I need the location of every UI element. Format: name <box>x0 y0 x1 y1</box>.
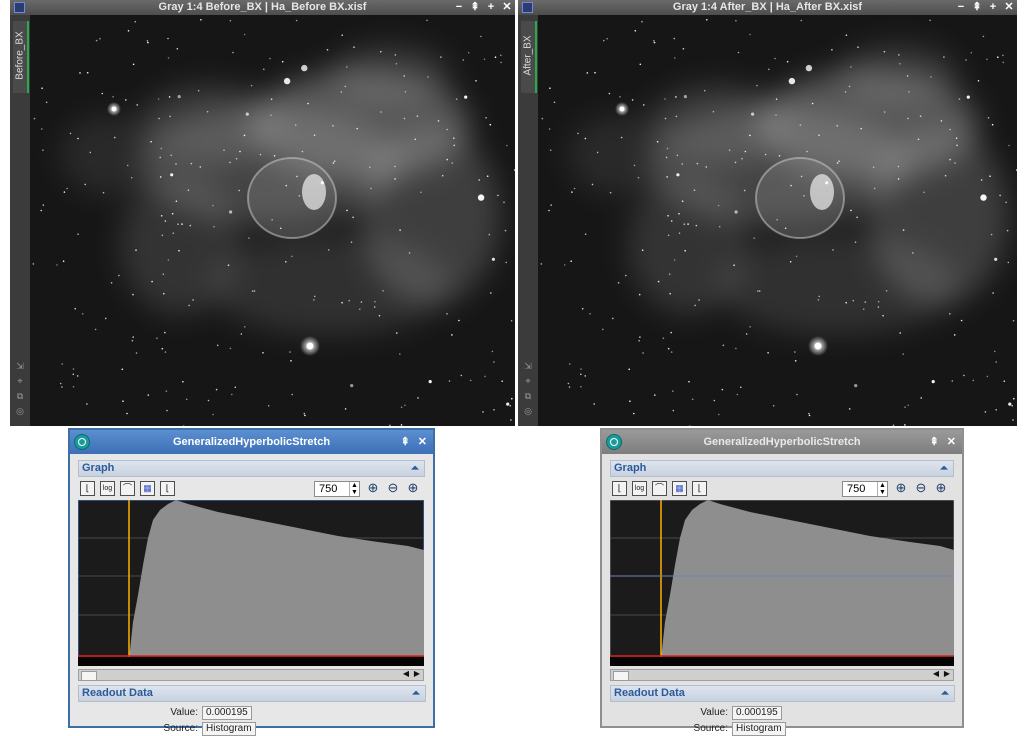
graph-section-header[interactable]: Graph ⏶ <box>78 460 425 477</box>
scroll-left-icon[interactable]: ◀ <box>933 669 939 678</box>
zoom-in-icon[interactable]: ⊕ <box>365 480 381 496</box>
histogram-graph[interactable] <box>610 500 954 666</box>
shade-icon[interactable]: ⇞ <box>930 430 939 454</box>
view-id-tab[interactable]: After_BX <box>521 21 537 93</box>
readout-source-select[interactable]: Histogram <box>732 722 786 736</box>
image-window-before[interactable]: Gray 1:4 Before_BX | Ha_Before BX.xisf −… <box>10 0 515 426</box>
ghs-process-icon <box>606 434 622 450</box>
grid-icon[interactable]: ▦ <box>672 481 687 496</box>
readout-source-row: Source: Histogram <box>132 722 256 736</box>
dialog-title: GeneralizedHyperbolicStretch <box>172 436 331 448</box>
astro-image-before[interactable] <box>30 15 515 426</box>
ghs-process-icon <box>74 434 90 450</box>
window-title: Gray 1:4 After_BX | Ha_After BX.xisf <box>672 1 863 13</box>
target-icon[interactable]: ◎ <box>523 406 533 416</box>
collapse-icon[interactable]: ⏶ <box>412 686 420 701</box>
close-icon[interactable]: ✕ <box>418 430 427 454</box>
log-scale-icon[interactable]: log <box>100 481 115 496</box>
window-titlebar[interactable]: Gray 1:4 Before_BX | Ha_Before BX.xisf −… <box>10 0 515 15</box>
crosshair-icon[interactable]: ⌖ <box>523 376 533 386</box>
scroll-right-icon[interactable]: ▶ <box>414 669 420 678</box>
clone-view-icon[interactable]: ⧉ <box>15 391 25 401</box>
zoom-spinner[interactable]: ▲ ▼ <box>877 482 887 496</box>
grid-icon[interactable]: ▦ <box>140 481 155 496</box>
readout-value-row: Value: 0.000195 <box>662 706 782 720</box>
graph-section-header[interactable]: Graph ⏶ <box>610 460 954 477</box>
shade-icon[interactable]: ⇞ <box>972 0 982 15</box>
linear-scale-icon[interactable]: ⌊ <box>612 481 627 496</box>
target-icon[interactable]: ◎ <box>15 406 25 416</box>
dialog-titlebar[interactable]: GeneralizedHyperbolicStretch ⇞ ✕ <box>70 430 433 454</box>
close-icon[interactable]: ✕ <box>1004 0 1014 15</box>
readout-value-field: 0.000195 <box>202 706 252 720</box>
dialog-title: GeneralizedHyperbolicStretch <box>703 436 861 448</box>
histogram-icon[interactable]: ⌊ <box>692 481 707 496</box>
close-icon[interactable]: ✕ <box>947 430 956 454</box>
zoom-fit-icon[interactable]: ⇲ <box>523 361 533 371</box>
view-sidebar: After_BX ⇲ ⌖ ⧉ ◎ <box>518 15 538 426</box>
scroll-right-icon[interactable]: ▶ <box>944 669 950 678</box>
zoom-out-icon[interactable]: ⊖ <box>913 480 929 496</box>
ghs-dialog-right[interactable]: GeneralizedHyperbolicStretch ⇞ ✕ Graph ⏶… <box>600 428 964 736</box>
dialog-titlebar[interactable]: GeneralizedHyperbolicStretch ⇞ ✕ <box>602 430 962 454</box>
readout-value-row: Value: 0.000195 <box>132 706 252 720</box>
maximize-icon[interactable]: + <box>988 0 998 15</box>
readout-value-field: 0.000195 <box>732 706 782 720</box>
crosshair-icon[interactable]: ⌖ <box>15 376 25 386</box>
astro-image-after[interactable] <box>538 15 1017 426</box>
window-titlebar[interactable]: Gray 1:4 After_BX | Ha_After BX.xisf − ⇞… <box>518 0 1017 15</box>
minimize-icon[interactable]: − <box>454 0 464 15</box>
zoom-in-icon[interactable]: ⊕ <box>893 480 909 496</box>
histogram-graph[interactable] <box>78 500 424 666</box>
readout-source-select[interactable]: Histogram <box>202 722 256 736</box>
shade-icon[interactable]: ⇞ <box>401 430 410 454</box>
zoom-fit-icon[interactable]: ⇲ <box>15 361 25 371</box>
close-icon[interactable]: ✕ <box>502 0 512 15</box>
window-menu-icon[interactable] <box>14 2 25 13</box>
graph-toolbar: ⌊ log ⌒ ▦ ⌊ 750 ▲ ▼ ⊕ ⊖ ⊕ <box>610 480 954 500</box>
readout-section-header[interactable]: Readout Data ⏶ <box>78 685 426 702</box>
window-menu-icon[interactable] <box>522 2 533 13</box>
clone-view-icon[interactable]: ⧉ <box>523 391 533 401</box>
linear-scale-icon[interactable]: ⌊ <box>80 481 95 496</box>
collapse-icon[interactable]: ⏶ <box>941 686 949 701</box>
graph-horizontal-scrollbar[interactable]: ◀ ▶ <box>610 669 954 681</box>
graph-horizontal-scrollbar[interactable]: ◀ ▶ <box>78 669 424 681</box>
histogram-icon[interactable]: ⌊ <box>160 481 175 496</box>
zoom-out-icon[interactable]: ⊖ <box>385 480 401 496</box>
collapse-icon[interactable]: ⏶ <box>940 461 948 476</box>
scroll-left-icon[interactable]: ◀ <box>403 669 409 678</box>
curve-icon[interactable]: ⌒ <box>120 481 135 496</box>
scrollbar-thumb[interactable] <box>613 671 629 681</box>
log-scale-icon[interactable]: log <box>632 481 647 496</box>
view-id-tab[interactable]: Before_BX <box>13 21 29 93</box>
zoom-level-input[interactable]: 750 ▲ ▼ <box>842 481 888 497</box>
image-window-after[interactable]: Gray 1:4 After_BX | Ha_After BX.xisf − ⇞… <box>518 0 1017 426</box>
zoom-reset-icon[interactable]: ⊕ <box>405 480 421 496</box>
maximize-icon[interactable]: + <box>486 0 496 15</box>
shade-icon[interactable]: ⇞ <box>470 0 480 15</box>
zoom-level-input[interactable]: 750 ▲ ▼ <box>314 481 360 497</box>
minimize-icon[interactable]: − <box>956 0 966 15</box>
readout-source-row: Source: Histogram <box>662 722 786 736</box>
readout-section-header[interactable]: Readout Data ⏶ <box>610 685 955 702</box>
view-sidebar: Before_BX ⇲ ⌖ ⧉ ◎ <box>10 15 30 426</box>
graph-toolbar: ⌊ log ⌒ ▦ ⌊ 750 ▲ ▼ ⊕ ⊖ ⊕ <box>78 480 425 500</box>
collapse-icon[interactable]: ⏶ <box>411 461 419 476</box>
curve-icon[interactable]: ⌒ <box>652 481 667 496</box>
ghs-dialog-left[interactable]: GeneralizedHyperbolicStretch ⇞ ✕ Graph ⏶… <box>68 428 435 736</box>
zoom-reset-icon[interactable]: ⊕ <box>933 480 949 496</box>
window-title: Gray 1:4 Before_BX | Ha_Before BX.xisf <box>158 1 367 13</box>
scrollbar-thumb[interactable] <box>81 671 97 681</box>
zoom-spinner[interactable]: ▲ ▼ <box>349 482 359 496</box>
